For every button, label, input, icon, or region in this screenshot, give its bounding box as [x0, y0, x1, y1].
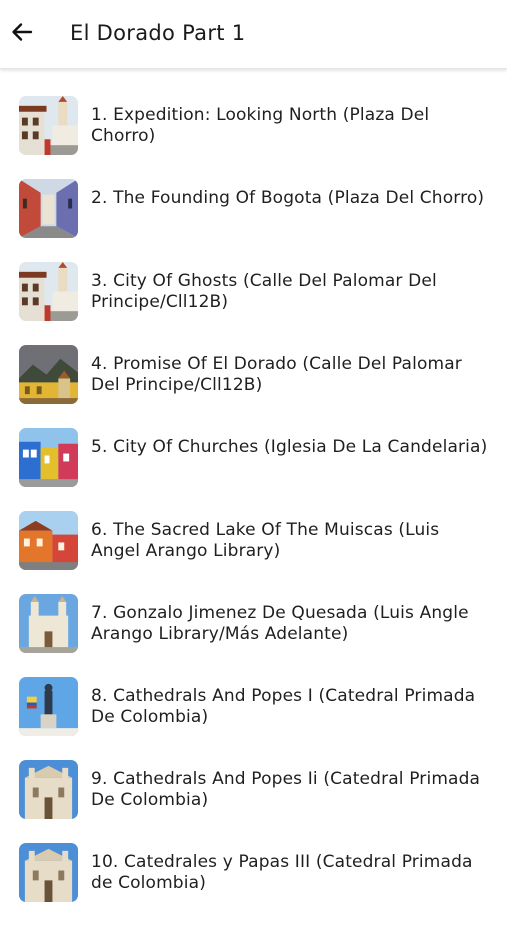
list-item-label: 5. City Of Churches (Iglesia De La Cande… [91, 437, 488, 457]
thumbnail [19, 511, 78, 570]
thumbnail [19, 594, 78, 653]
page-title: El Dorado Part 1 [70, 21, 246, 45]
list-item-5[interactable]: 5. City Of Churches (Iglesia De La Cande… [0, 428, 507, 511]
thumbnail [19, 428, 78, 487]
chapter-list: 1. Expedition: Looking North (Plaza Del … [0, 96, 507, 926]
arrow-left-icon [10, 20, 34, 48]
thumbnail [19, 179, 78, 238]
list-item-6[interactable]: 6. The Sacred Lake Of The Muiscas (Luis … [0, 511, 507, 594]
app-bar: El Dorado Part 1 [0, 0, 507, 69]
list-item-label: 2. The Founding Of Bogota (Plaza Del Cho… [91, 188, 485, 208]
list-item-10[interactable]: 10. Catedrales y Papas III (Catedral Pri… [0, 843, 507, 926]
list-item-label: 4. Promise Of El Dorado (Calle Del Palom… [91, 354, 462, 395]
thumbnail [19, 760, 78, 819]
list-item-2[interactable]: 2. The Founding Of Bogota (Plaza Del Cho… [0, 179, 507, 262]
list-item-7[interactable]: 7. Gonzalo Jimenez De Quesada (Luis Angl… [0, 594, 507, 677]
list-item-label: 1. Expedition: Looking North (Plaza Del … [91, 105, 430, 146]
list-item-3[interactable]: 3. City Of Ghosts (Calle Del Palomar Del… [0, 262, 507, 345]
list-item-label: 10. Catedrales y Papas III (Catedral Pri… [91, 852, 473, 893]
list-item-1[interactable]: 1. Expedition: Looking North (Plaza Del … [0, 96, 507, 179]
thumbnail [19, 262, 78, 321]
list-item-9[interactable]: 9. Cathedrals And Popes Ii (Catedral Pri… [0, 760, 507, 843]
list-item-4[interactable]: 4. Promise Of El Dorado (Calle Del Palom… [0, 345, 507, 428]
list-item-label: 3. City Of Ghosts (Calle Del Palomar Del… [91, 271, 437, 312]
list-item-label: 7. Gonzalo Jimenez De Quesada (Luis Angl… [91, 603, 469, 644]
list-item-label: 9. Cathedrals And Popes Ii (Catedral Pri… [91, 769, 481, 810]
list-item-8[interactable]: 8. Cathedrals And Popes I (Catedral Prim… [0, 677, 507, 760]
thumbnail [19, 96, 78, 155]
back-button[interactable] [4, 14, 40, 54]
list-item-label: 8. Cathedrals And Popes I (Catedral Prim… [91, 686, 476, 727]
list-item-label: 6. The Sacred Lake Of The Muiscas (Luis … [91, 520, 440, 561]
thumbnail [19, 345, 78, 404]
thumbnail [19, 843, 78, 902]
thumbnail [19, 677, 78, 736]
